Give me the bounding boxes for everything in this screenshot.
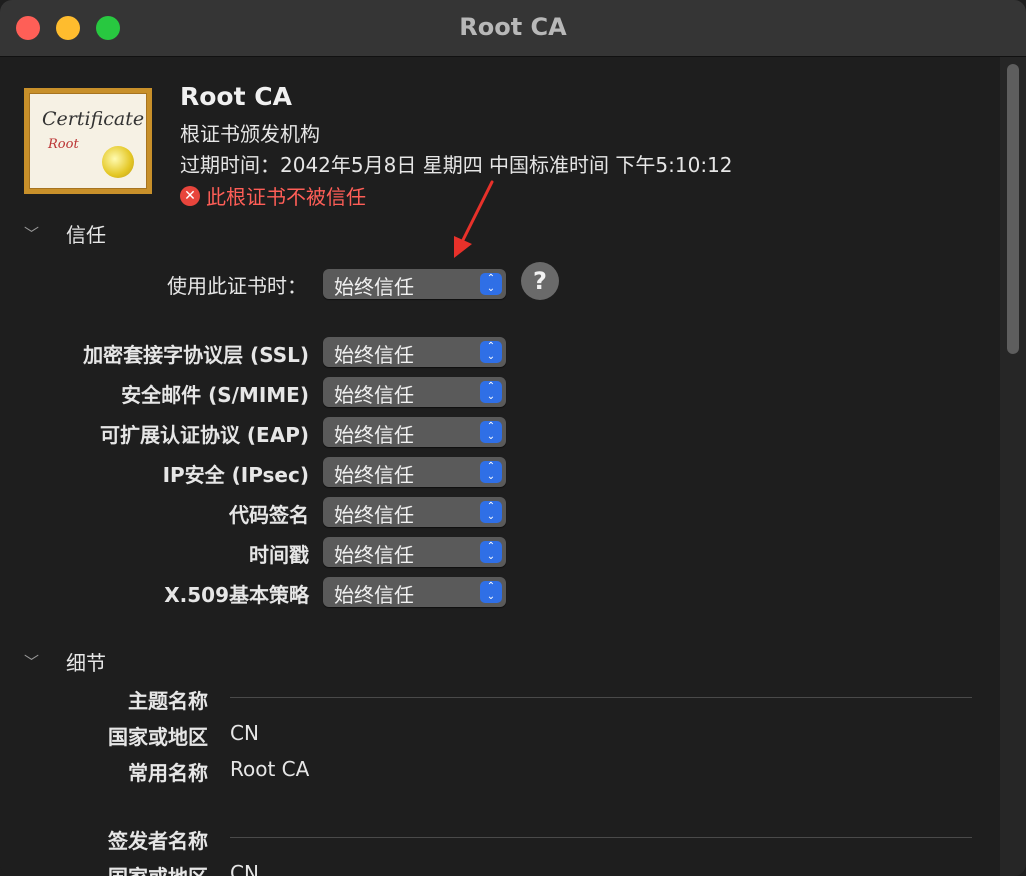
certificate-icon: Certificate Root (24, 88, 152, 194)
when-using-label: 使用此证书时： (167, 274, 307, 298)
subject-name-label: 主题名称 (128, 689, 208, 713)
trust-warning-text: 此根证书不被信任 (206, 185, 366, 209)
scrollbar-thumb[interactable] (1007, 64, 1019, 354)
certificate-window: Root CA Certificate Root Root CA 根证书颁发机构… (0, 0, 1026, 876)
ipsec-label: IP安全 (IPsec) (162, 463, 309, 487)
popup-stepper-icon: ⌃ ⌄ (480, 421, 502, 443)
x509-label: X.509基本策略 (164, 583, 309, 607)
issuer-country-value: CN (230, 861, 259, 876)
certificate-name: Root CA (180, 82, 292, 111)
seal-icon (102, 146, 134, 178)
certificate-icon-text: Certificate (42, 108, 145, 130)
code-signing-select[interactable]: 始终信任 ⌃ ⌄ (323, 497, 506, 527)
chevron-down-icon: ﹀ (24, 653, 40, 671)
when-using-select[interactable]: 始终信任 ⌃ ⌄ (323, 269, 506, 299)
popup-stepper-icon: ⌃ ⌄ (480, 501, 502, 523)
issuer-name-label: 签发者名称 (108, 829, 208, 853)
error-x-icon: ✕ (180, 185, 200, 206)
trust-section-toggle[interactable]: ﹀ 信任 (24, 219, 106, 248)
popup-stepper-icon: ⌃ ⌄ (480, 541, 502, 563)
help-button[interactable]: ? (521, 262, 559, 300)
subject-separator (230, 697, 972, 698)
ssl-select[interactable]: 始终信任 ⌃ ⌄ (323, 337, 506, 367)
certificate-icon-subtext: Root (48, 137, 79, 152)
timestamp-select[interactable]: 始终信任 ⌃ ⌄ (323, 537, 506, 567)
popup-stepper-icon: ⌃ ⌄ (480, 273, 502, 295)
eap-label: 可扩展认证协议 (EAP) (99, 423, 309, 447)
title-bar[interactable]: Root CA (0, 0, 1026, 57)
smime-select[interactable]: 始终信任 ⌃ ⌄ (323, 377, 506, 407)
trust-section-label: 信任 (66, 223, 106, 247)
ipsec-select[interactable]: 始终信任 ⌃ ⌄ (323, 457, 506, 487)
trust-warning: ✕ 此根证书不被信任 (180, 181, 366, 210)
popup-stepper-icon: ⌃ ⌄ (480, 341, 502, 363)
subject-common-name-value: Root CA (230, 757, 310, 781)
subject-country-value: CN (230, 721, 259, 745)
smime-label: 安全邮件 (S/MIME) (121, 383, 309, 407)
popup-stepper-icon: ⌃ ⌄ (480, 581, 502, 603)
ssl-label: 加密套接字协议层 (SSL) (83, 343, 309, 367)
code-signing-label: 代码签名 (229, 503, 309, 527)
popup-stepper-icon: ⌃ ⌄ (480, 381, 502, 403)
subject-country-label: 国家或地区 (108, 725, 208, 749)
popup-stepper-icon: ⌃ ⌄ (480, 461, 502, 483)
eap-select[interactable]: 始终信任 ⌃ ⌄ (323, 417, 506, 447)
timestamp-label: 时间戳 (249, 543, 309, 567)
chevron-down-icon: ﹀ (24, 225, 40, 243)
issuer-country-label: 国家或地区 (108, 861, 208, 876)
annotation-arrow (454, 180, 494, 258)
details-section-toggle[interactable]: ﹀ 细节 (24, 647, 106, 676)
details-section-label: 细节 (66, 651, 106, 675)
subject-common-name-label: 常用名称 (128, 761, 208, 785)
window-title: Root CA (459, 13, 567, 41)
certificate-kind: 根证书颁发机构 (180, 122, 320, 146)
issuer-separator (230, 837, 972, 838)
x509-select[interactable]: 始终信任 ⌃ ⌄ (323, 577, 506, 607)
